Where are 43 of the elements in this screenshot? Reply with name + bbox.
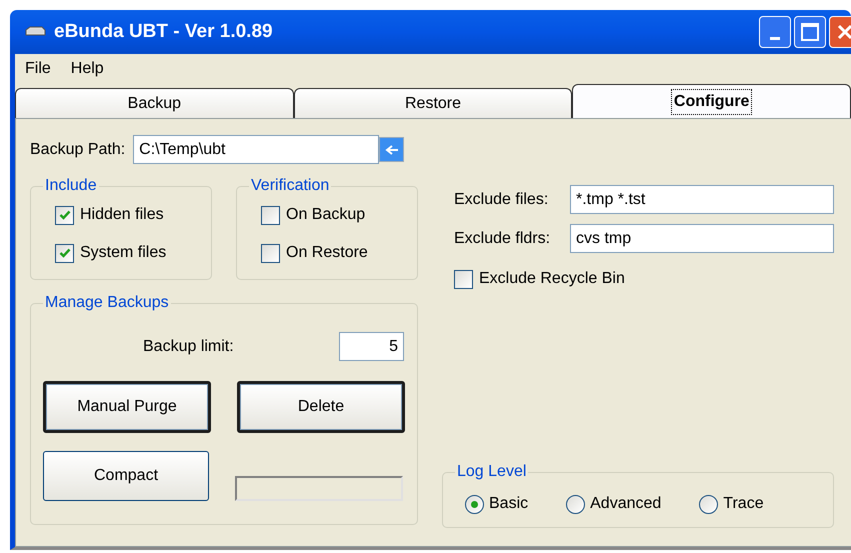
push-button[interactable]: Manual Purge (43, 381, 211, 433)
field-label: Exclude files: (454, 190, 550, 210)
radio-label: Advanced (590, 494, 662, 514)
checkmark-icon (58, 209, 70, 221)
checkbox[interactable] (454, 270, 473, 288)
checkbox-label: Hidden files (80, 205, 164, 225)
input-field[interactable]: *.tmp *.tst (570, 185, 834, 214)
tab[interactable]: Backup (15, 88, 294, 118)
checkbox-label: On Restore (286, 243, 368, 263)
maximize-button[interactable] (794, 16, 826, 48)
close-icon (837, 24, 851, 40)
radio-button[interactable] (699, 494, 718, 514)
checkbox-label: Exclude Recycle Bin (479, 269, 625, 289)
window-title: eBunda UBT - Ver 1.0.89 (54, 20, 273, 44)
tab[interactable]: Configure (572, 84, 851, 118)
radio-button[interactable] (566, 494, 586, 514)
checkbox[interactable] (55, 206, 74, 224)
input-field[interactable]: C:\Temp\ubt (133, 135, 380, 164)
menu-item[interactable]: Help (70, 57, 104, 81)
radio-label: Basic (489, 494, 528, 514)
checkbox-label: On Backup (286, 205, 366, 225)
input-field[interactable]: cvs tmp (570, 224, 834, 253)
checkmark-icon (58, 247, 70, 259)
push-button[interactable]: Compact (43, 451, 209, 501)
browse-button[interactable] (379, 137, 404, 162)
menu-item[interactable]: File (25, 57, 51, 81)
group-title: Manage Backups (43, 293, 171, 313)
field-label: Backup limit: (143, 336, 234, 356)
radio-button[interactable] (465, 494, 484, 514)
checkbox[interactable] (55, 244, 74, 262)
minimize-button[interactable] (759, 16, 791, 48)
tab[interactable]: Restore (294, 88, 572, 118)
arrow-left-icon (384, 144, 400, 156)
input-field[interactable]: 5 (339, 332, 404, 361)
checkbox[interactable] (261, 244, 280, 262)
radio-label: Trace (723, 494, 764, 514)
push-button[interactable]: Delete (237, 381, 405, 433)
group-title: Log Level (455, 462, 528, 482)
checkbox[interactable] (261, 206, 280, 224)
checkbox-label: System files (80, 243, 166, 263)
field-label: Exclude fldrs: (454, 228, 552, 248)
hard-drive-icon (24, 26, 46, 38)
field-label: Backup Path: (30, 140, 126, 160)
